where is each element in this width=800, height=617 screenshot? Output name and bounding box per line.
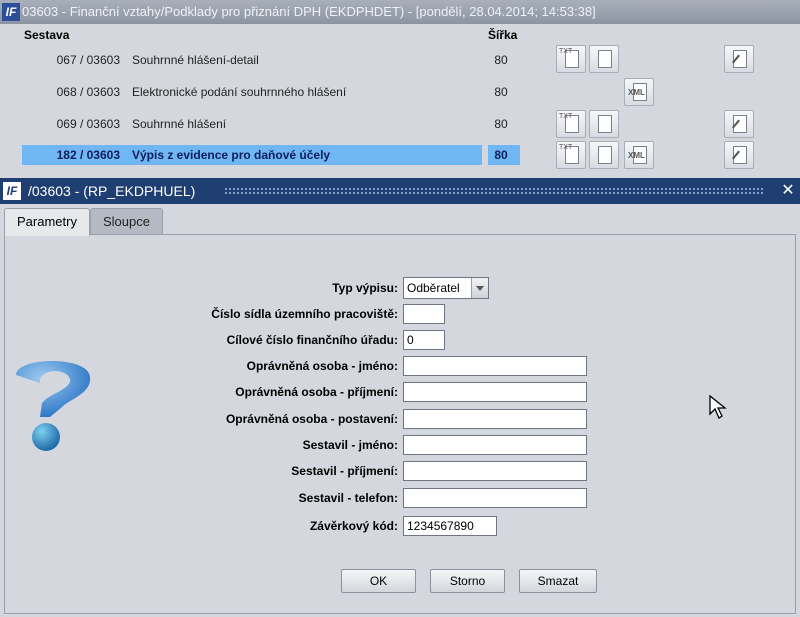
- background-window-titlebar[interactable]: IF 03603 - Finanční vztahy/Podklady pro …: [0, 0, 800, 24]
- report-width: 80: [494, 53, 508, 67]
- op-jmeno-label: Oprávněná osoba - jméno:: [246, 359, 398, 373]
- typ-vypisu-label: Typ výpisu:: [332, 281, 398, 295]
- report-name: Souhrnné hlášení: [132, 117, 227, 131]
- op-prijmeni-label: Oprávněná osoba - příjmení:: [235, 385, 398, 399]
- report-number: 067 / 03603: [56, 53, 120, 67]
- sestavil-telefon-label: Sestavil - telefon:: [298, 491, 398, 505]
- report-row[interactable]: 067 / 03603 Souhrnné hlášení-detail 80: [0, 49, 800, 71]
- print-preview-icon[interactable]: [589, 110, 619, 138]
- report-width: 80: [494, 85, 508, 99]
- cislo-sidla-input[interactable]: [403, 304, 445, 324]
- print-preview-icon[interactable]: [589, 141, 619, 169]
- op-prijmeni-input[interactable]: [403, 382, 587, 402]
- document-icon: [598, 115, 612, 133]
- report-number: 182 / 03603: [56, 148, 120, 162]
- cilove-cislo-input[interactable]: [403, 330, 445, 350]
- export-xml-icon[interactable]: XML: [624, 141, 654, 169]
- tab-parametry[interactable]: Parametry: [4, 208, 90, 236]
- document-icon: [598, 50, 612, 68]
- dialog-titlebar[interactable]: IF /03603 - (RP_EKDPHUEL) ✕: [0, 178, 800, 204]
- op-postaveni-label: Oprávněná osoba - postavení:: [225, 412, 398, 426]
- report-name: Souhrnné hlášení-detail: [132, 53, 259, 67]
- export-txt-icon[interactable]: TXT: [556, 45, 586, 73]
- chevron-down-icon[interactable]: [471, 278, 488, 298]
- report-number: 069 / 03603: [56, 117, 120, 131]
- ok-button[interactable]: OK: [341, 569, 416, 593]
- tf-logo-icon: IF: [2, 3, 20, 21]
- tab-strip: Parametry Sloupce: [0, 204, 800, 236]
- edit-report-icon[interactable]: [724, 110, 754, 138]
- column-header-sirka: Šířka: [488, 28, 518, 42]
- report-width: 80: [494, 117, 508, 131]
- report-name: Výpis z evidence pro daňové účely: [132, 148, 331, 162]
- export-txt-icon[interactable]: TXT: [556, 141, 586, 169]
- op-jmeno-input[interactable]: [403, 356, 587, 376]
- typ-vypisu-select[interactable]: Odběratel: [403, 277, 489, 299]
- close-icon[interactable]: ✕: [778, 178, 798, 204]
- tf-logo-icon: IF: [3, 182, 21, 200]
- report-row[interactable]: 069 / 03603 Souhrnné hlášení 80: [0, 113, 800, 135]
- sestavil-prijmeni-input[interactable]: [403, 461, 587, 481]
- storno-button[interactable]: Storno: [430, 569, 505, 593]
- smazat-button[interactable]: Smazat: [519, 569, 597, 593]
- print-preview-icon[interactable]: [589, 45, 619, 73]
- column-header-sestava: Sestava: [24, 28, 70, 42]
- report-row-selected[interactable]: 182 / 03603 Výpis z evidence pro daňové …: [0, 144, 800, 166]
- typ-vypisu-value: Odběratel: [407, 281, 460, 295]
- report-row[interactable]: 068 / 03603 Elektronické podání souhrnné…: [0, 81, 800, 103]
- dialog-title: /03603 - (RP_EKDPHUEL): [28, 183, 196, 199]
- export-txt-icon[interactable]: TXT: [556, 110, 586, 138]
- zaverkovy-kod-input[interactable]: [403, 516, 497, 536]
- sestavil-prijmeni-label: Sestavil - příjmení:: [291, 464, 398, 478]
- document-icon: [598, 146, 612, 164]
- help-question-mark-icon: [16, 361, 91, 451]
- sestavil-jmeno-label: Sestavil - jméno:: [302, 438, 398, 452]
- report-width: 80: [494, 148, 508, 162]
- mouse-cursor-icon: [709, 394, 727, 419]
- op-postaveni-input[interactable]: [403, 409, 587, 429]
- cislo-sidla-label: Číslo sídla územního pracoviště:: [211, 307, 398, 321]
- sestavil-jmeno-input[interactable]: [403, 435, 587, 455]
- edit-report-icon[interactable]: [724, 45, 754, 73]
- report-name: Elektronické podání souhrnného hlášení: [132, 85, 347, 99]
- background-window-title: 03603 - Finanční vztahy/Podklady pro při…: [22, 4, 596, 19]
- zaverkovy-kod-label: Závěrkový kód:: [309, 519, 398, 533]
- edit-report-icon[interactable]: [724, 141, 754, 169]
- titlebar-drag-pattern: [224, 187, 764, 195]
- sestavil-telefon-input[interactable]: [403, 488, 587, 508]
- export-xml-icon[interactable]: XML: [624, 78, 654, 106]
- tab-sloupce[interactable]: Sloupce: [90, 208, 163, 235]
- cilove-cislo-label: Cílové číslo finančního úřadu:: [226, 333, 398, 347]
- report-number: 068 / 03603: [56, 85, 120, 99]
